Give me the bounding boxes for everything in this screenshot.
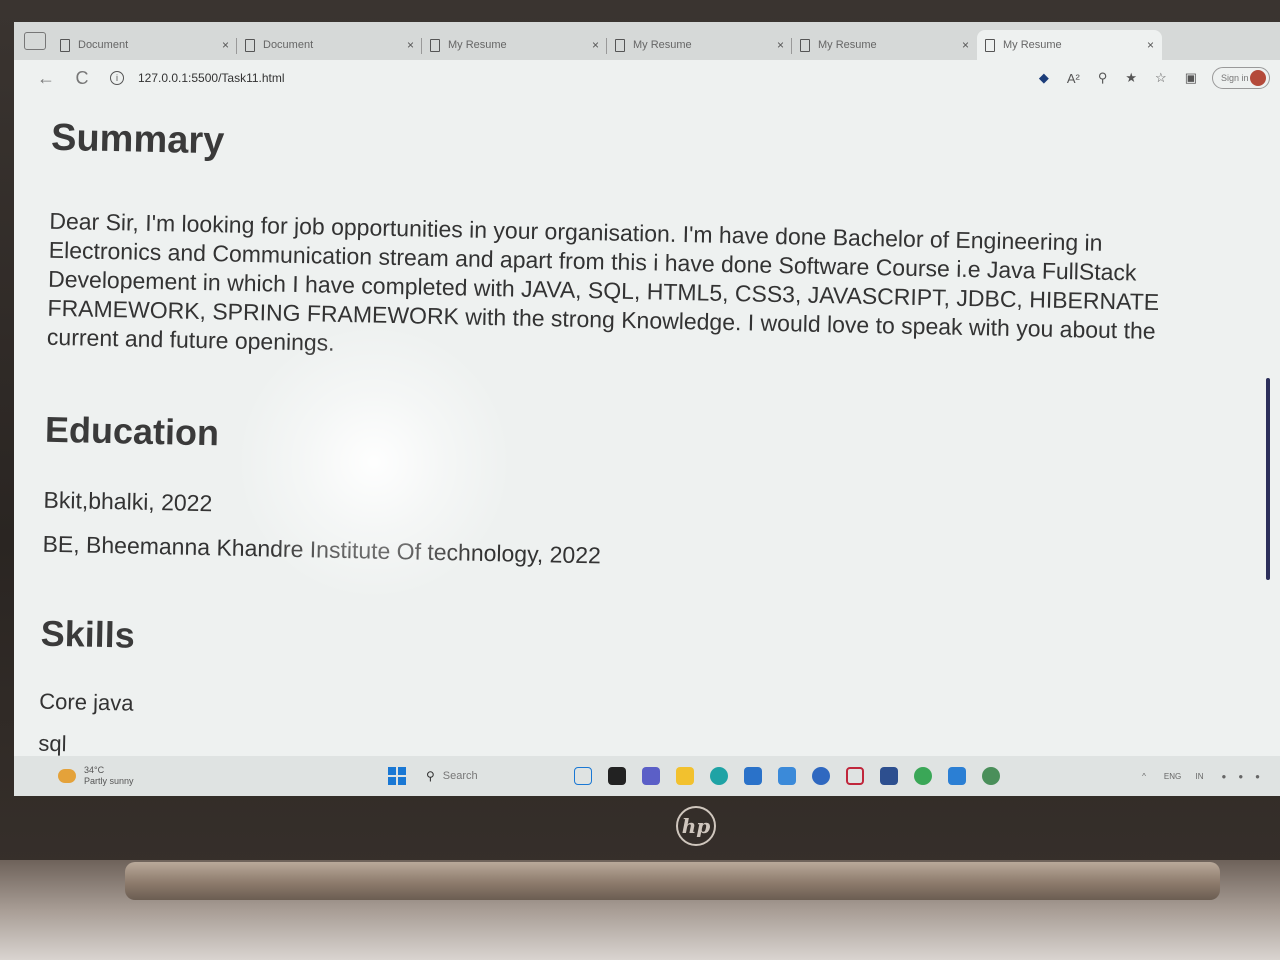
wifi-icon[interactable]: ● <box>1221 772 1226 781</box>
extension-icon[interactable]: ★ <box>1125 70 1137 86</box>
close-tab-icon[interactable]: × <box>222 38 229 52</box>
laptop-screen: Document × Document × My Resume × My Res… <box>14 22 1280 796</box>
app-icon[interactable] <box>778 767 796 785</box>
shield-icon[interactable]: ◆ <box>1039 70 1049 86</box>
hp-logo: hp <box>676 806 716 846</box>
language: ENG <box>1163 771 1182 781</box>
browser-tab[interactable]: My Resume × <box>792 30 977 60</box>
address-bar[interactable]: i 127.0.0.1:5500/Task11.html <box>110 65 930 91</box>
page-icon <box>985 38 995 52</box>
zoom-icon[interactable]: ⚲ <box>1098 70 1108 86</box>
chevron-up-icon[interactable]: ^ <box>1142 772 1146 781</box>
app-icon[interactable] <box>880 767 898 785</box>
taskbar-apps <box>566 767 1008 785</box>
education-item: BE, Bheemanna Khandre Institute Of techn… <box>42 530 602 569</box>
close-tab-icon[interactable]: × <box>592 38 599 52</box>
mcafee-icon[interactable] <box>846 767 864 785</box>
language-region: IN <box>1195 771 1204 781</box>
education-heading: Education <box>44 408 220 454</box>
workspaces-icon[interactable] <box>24 32 46 50</box>
app-icon[interactable] <box>812 767 830 785</box>
summary-heading: Summary <box>50 116 225 163</box>
page-icon <box>430 38 440 52</box>
search-placeholder: Search <box>442 770 478 782</box>
battery-icon[interactable]: ● <box>1255 772 1260 781</box>
skills-heading: Skills <box>40 612 136 656</box>
browser-tab-active[interactable]: My Resume × <box>977 30 1162 60</box>
page-icon <box>800 38 810 52</box>
copilot-icon[interactable] <box>574 767 592 785</box>
tab-label: Document <box>263 39 314 51</box>
read-aloud-button[interactable]: A² <box>1067 71 1080 86</box>
laptop-hinge <box>125 862 1220 900</box>
sign-in-button[interactable]: Sign in <box>1212 67 1270 89</box>
page-scrollbar[interactable] <box>1266 378 1270 580</box>
windows-start-icon[interactable] <box>388 767 406 785</box>
browser-tab-strip: Document × Document × My Resume × My Res… <box>14 22 1280 60</box>
weather-info: 34°C Partly sunny <box>84 765 134 787</box>
browser-toolbar: ◆ A² ⚲ ★ ☆ ▣ Sign in <box>1030 67 1280 89</box>
avatar <box>1250 70 1266 86</box>
system-tray: ^ ENG IN ● ● ● <box>1136 772 1280 781</box>
teams-chat-icon[interactable] <box>642 767 660 785</box>
tab-label: My Resume <box>448 39 507 51</box>
tab-label: My Resume <box>1003 39 1062 51</box>
app-icon[interactable] <box>982 767 1000 785</box>
tab-label: My Resume <box>818 39 877 51</box>
search-icon: ⚲ <box>426 769 435 783</box>
browser-tab[interactable]: My Resume × <box>607 30 792 60</box>
edge-icon[interactable] <box>710 767 728 785</box>
windows-taskbar: 34°C Partly sunny ⚲ Search ^ ENG IN ● ● … <box>14 756 1280 796</box>
collections-icon[interactable]: ▣ <box>1185 70 1197 86</box>
page-icon <box>245 38 255 52</box>
volume-icon[interactable]: ● <box>1238 772 1243 781</box>
sign-in-label: Sign in <box>1221 73 1249 83</box>
info-icon[interactable]: i <box>110 71 124 85</box>
close-tab-icon[interactable]: × <box>777 38 784 52</box>
browser-navbar: ← C i 127.0.0.1:5500/Task11.html ◆ A² ⚲ … <box>14 60 1280 96</box>
close-tab-icon[interactable]: × <box>1147 38 1154 52</box>
close-tab-icon[interactable]: × <box>407 38 414 52</box>
browser-tab[interactable]: Document × <box>237 30 422 60</box>
browser-tab[interactable]: Document × <box>52 30 237 60</box>
weather-condition: Partly sunny <box>84 776 134 786</box>
file-explorer-icon[interactable] <box>608 767 626 785</box>
vscode-icon[interactable] <box>948 767 966 785</box>
taskbar-search[interactable]: ⚲ Search <box>426 769 566 783</box>
url-text: 127.0.0.1:5500/Task11.html <box>138 71 285 85</box>
page-icon <box>60 38 70 52</box>
page-icon <box>615 38 625 52</box>
browser-tab[interactable]: My Resume × <box>422 30 607 60</box>
education-item: Bkit,bhalki, 2022 <box>43 486 213 517</box>
skill-item: Core java <box>39 688 134 716</box>
skill-item: sql <box>38 730 67 757</box>
reload-button[interactable]: C <box>64 68 100 89</box>
weather-icon <box>58 769 76 783</box>
back-button[interactable]: ← <box>28 68 64 89</box>
close-tab-icon[interactable]: × <box>962 38 969 52</box>
weather-widget[interactable]: 34°C Partly sunny <box>58 765 388 787</box>
resume-page: Summary Dear Sir, I'm looking for job op… <box>14 96 1254 782</box>
temperature: 34°C <box>84 765 105 775</box>
folder-icon[interactable] <box>676 767 694 785</box>
tab-label: My Resume <box>633 39 692 51</box>
favorites-icon[interactable]: ☆ <box>1155 70 1167 86</box>
tab-label: Document <box>78 39 129 51</box>
store-icon[interactable] <box>744 767 762 785</box>
language-indicator[interactable]: ENG IN <box>1158 772 1210 781</box>
summary-paragraph: Dear Sir, I'm looking for job opportunit… <box>46 207 1160 356</box>
chrome-icon[interactable] <box>914 767 932 785</box>
